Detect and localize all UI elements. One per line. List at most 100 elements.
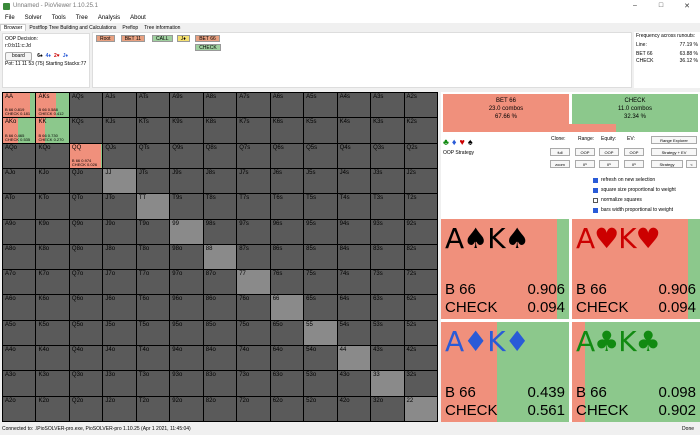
hand-cell[interactable]: 52s xyxy=(404,320,437,346)
hand-cell[interactable]: Q7s xyxy=(237,143,270,168)
hand-cell[interactable]: 86s xyxy=(270,244,304,270)
hand-cell[interactable]: 83o xyxy=(203,371,237,396)
hand-cell[interactable]: T8s xyxy=(203,194,237,219)
hand-cell[interactable]: 98s xyxy=(203,219,237,244)
hand-cell[interactable]: T2s xyxy=(404,194,437,219)
tab-2[interactable]: Preflop xyxy=(119,25,141,31)
menu-file[interactable]: File xyxy=(5,15,15,21)
hand-cell[interactable]: 84o xyxy=(203,346,237,371)
combo-card-2[interactable]: A♦K♦ B 66 0.439 CHECK 0.561 xyxy=(441,322,569,422)
tab-1[interactable]: Postflop Tree Building and Calculations xyxy=(26,25,119,31)
hand-cell[interactable]: 54o xyxy=(304,346,337,371)
suit-1-icon[interactable]: ♦ xyxy=(452,137,457,147)
hand-cell[interactable]: 88 xyxy=(203,244,237,270)
hand-cell[interactable]: Q7o xyxy=(69,270,103,295)
hand-cell[interactable]: T4s xyxy=(337,194,371,219)
minimize-icon[interactable]: – xyxy=(622,2,648,10)
hand-cell[interactable]: 62s xyxy=(404,295,437,320)
hand-cell[interactable]: 85o xyxy=(203,320,237,346)
hand-cell[interactable]: 73s xyxy=(371,270,404,295)
hand-cell[interactable]: 43s xyxy=(371,346,404,371)
check-summary[interactable]: CHECK 11.0 combos 32.34 % xyxy=(572,94,698,124)
hand-cell[interactable]: K3o xyxy=(36,371,69,396)
hand-cell[interactable]: 64o xyxy=(270,346,304,371)
range-explorer-button[interactable]: Range Explorer xyxy=(651,136,697,144)
hand-cell[interactable]: 52o xyxy=(304,396,337,421)
hand-cell[interactable]: A8s xyxy=(203,93,237,118)
hand-cell[interactable]: K7o xyxy=(36,270,69,295)
hand-cell[interactable]: 93s xyxy=(371,219,404,244)
hand-cell[interactable]: 63o xyxy=(270,371,304,396)
maximize-icon[interactable]: □ xyxy=(648,2,674,10)
hand-cell[interactable]: J4o xyxy=(103,346,136,371)
hand-cell[interactable]: AQs xyxy=(69,93,103,118)
tree-node-3[interactable]: J♦ xyxy=(176,35,190,42)
tab-3[interactable]: Tree information xyxy=(141,25,183,31)
hand-cell[interactable]: T9s xyxy=(170,194,203,219)
hand-cell[interactable]: 72s xyxy=(404,270,437,295)
hand-cell[interactable]: K9o xyxy=(36,219,69,244)
hand-cell[interactable]: Q8o xyxy=(69,244,103,270)
hand-cell[interactable]: A4s xyxy=(337,93,371,118)
hand-cell[interactable]: 97o xyxy=(170,270,203,295)
hand-cell[interactable]: 64s xyxy=(337,295,371,320)
hand-cell[interactable]: 32s xyxy=(404,371,437,396)
hand-cell[interactable]: T9o xyxy=(136,219,170,244)
hand-cell[interactable]: T7s xyxy=(237,194,270,219)
hand-cell[interactable]: J6o xyxy=(103,295,136,320)
hand-cell[interactable]: 95o xyxy=(170,320,203,346)
hand-cell[interactable]: JTs xyxy=(136,168,170,194)
hand-cell[interactable]: Q6s xyxy=(270,143,304,168)
hand-cell[interactable]: Q2o xyxy=(69,396,103,421)
hand-cell[interactable]: K5s xyxy=(304,118,337,143)
hand-cell[interactable]: 65s xyxy=(304,295,337,320)
hand-cell[interactable]: Q5o xyxy=(69,320,103,346)
tree-node-2[interactable]: CALL xyxy=(152,35,173,42)
hand-cell[interactable]: Q8s xyxy=(203,143,237,168)
hand-cell[interactable]: Q9o xyxy=(69,219,103,244)
hand-cell[interactable]: A2s xyxy=(404,93,437,118)
strategy-button[interactable]: Strategy xyxy=(651,160,683,168)
hand-cell[interactable]: KJs xyxy=(103,118,136,143)
hand-cell[interactable]: J7o xyxy=(103,270,136,295)
hand-cell[interactable]: 93o xyxy=(170,371,203,396)
strategy-ev-button[interactable]: Strategy + EV xyxy=(651,148,697,156)
menu-solver[interactable]: Solver xyxy=(25,15,42,21)
hand-cell[interactable]: 82o xyxy=(203,396,237,421)
hand-cell[interactable]: J3s xyxy=(371,168,404,194)
hand-cell[interactable]: 94o xyxy=(170,346,203,371)
board-button[interactable]: board xyxy=(5,52,32,61)
hand-cell[interactable]: J7s xyxy=(237,168,270,194)
hand-cell[interactable]: 84s xyxy=(337,244,371,270)
hand-cell[interactable]: QJo xyxy=(69,168,103,194)
hand-cell[interactable]: 63s xyxy=(371,295,404,320)
hand-cell[interactable]: A9o xyxy=(3,219,36,244)
hand-cell[interactable]: 76s xyxy=(270,270,304,295)
hand-cell[interactable]: J4s xyxy=(337,168,371,194)
combo-card-3[interactable]: A♣K♣ B 66 0.098 CHECK 0.902 xyxy=(572,322,700,422)
menu-tree[interactable]: Tree xyxy=(76,15,88,21)
hand-cell[interactable]: 96s xyxy=(270,219,304,244)
hand-cell[interactable]: K5o xyxy=(36,320,69,346)
hand-cell[interactable]: AQo xyxy=(3,143,36,168)
hand-cell[interactable]: T7o xyxy=(136,270,170,295)
hand-cell[interactable]: K9s xyxy=(170,118,203,143)
hand-cell[interactable]: A6s xyxy=(270,93,304,118)
hand-cell[interactable]: 99 xyxy=(170,219,203,244)
hand-cell[interactable]: 43o xyxy=(337,371,371,396)
hand-cell[interactable]: J2s xyxy=(404,168,437,194)
hand-cell[interactable]: A9s xyxy=(170,93,203,118)
hand-cell[interactable]: 76o xyxy=(237,295,270,320)
hand-cell[interactable]: T4o xyxy=(136,346,170,371)
hand-cell[interactable]: QTs xyxy=(136,143,170,168)
option-checkbox-2[interactable]: normalize squares xyxy=(593,197,642,203)
hand-cell[interactable]: J9s xyxy=(170,168,203,194)
hand-cell[interactable]: 74o xyxy=(237,346,270,371)
hand-cell[interactable]: J2o xyxy=(103,396,136,421)
hand-cell[interactable]: JTo xyxy=(103,194,136,219)
tab-0[interactable]: Browser xyxy=(0,24,27,31)
menu-about[interactable]: About xyxy=(130,15,146,21)
combo-card-1[interactable]: A♥K♥ B 66 0.906 CHECK 0.094 xyxy=(572,219,700,319)
hand-cell[interactable]: Q5s xyxy=(304,143,337,168)
hand-cell[interactable]: J8o xyxy=(103,244,136,270)
